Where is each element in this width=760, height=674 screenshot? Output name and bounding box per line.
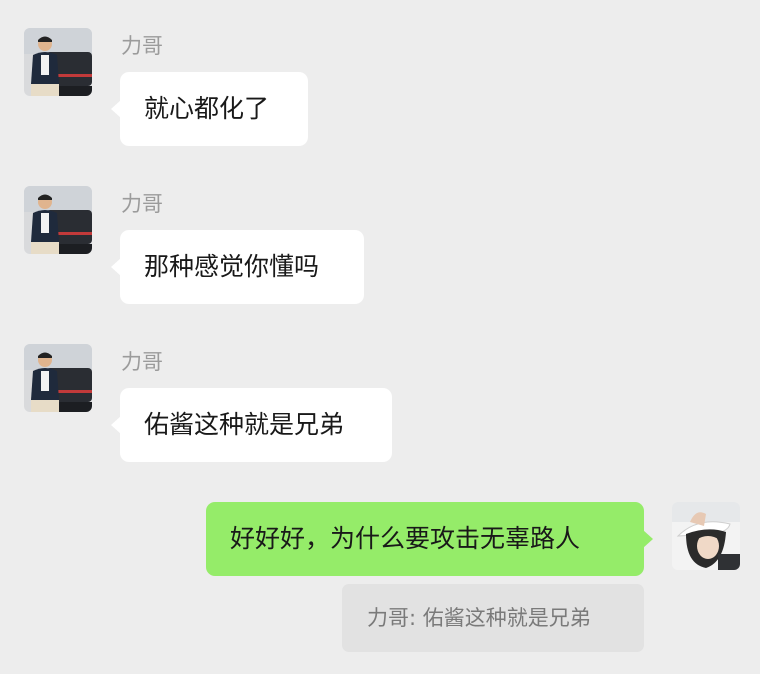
contact-avatar[interactable] xyxy=(24,344,92,412)
message-bubble-incoming[interactable]: 那种感觉你懂吗 xyxy=(111,230,364,304)
chat-window: 力哥 就心都化了 力哥 那种感觉你懂吗 力哥 佑酱这种就是兄弟 好好好，为什么要… xyxy=(0,0,760,674)
contact-avatar[interactable] xyxy=(24,28,92,96)
avatar-woman-with-hat-icon xyxy=(672,502,740,570)
sender-name: 力哥 xyxy=(121,34,163,58)
quoted-reply-text: 力哥: 佑酱这种就是兄弟 xyxy=(367,606,591,630)
avatar-man-with-car-icon xyxy=(24,28,92,96)
contact-avatar[interactable] xyxy=(24,186,92,254)
sender-name: 力哥 xyxy=(121,192,163,216)
avatar-man-with-car-icon xyxy=(24,344,92,412)
quoted-reply[interactable]: 力哥: 佑酱这种就是兄弟 xyxy=(342,584,644,652)
message-bubble-outgoing[interactable]: 好好好，为什么要攻击无辜路人 xyxy=(206,502,653,576)
avatar-man-with-car-icon xyxy=(24,186,92,254)
message-bubble-incoming[interactable]: 就心都化了 xyxy=(111,72,308,146)
self-avatar[interactable] xyxy=(672,502,740,570)
message-bubble-incoming[interactable]: 佑酱这种就是兄弟 xyxy=(111,388,392,462)
sender-name: 力哥 xyxy=(121,350,163,374)
